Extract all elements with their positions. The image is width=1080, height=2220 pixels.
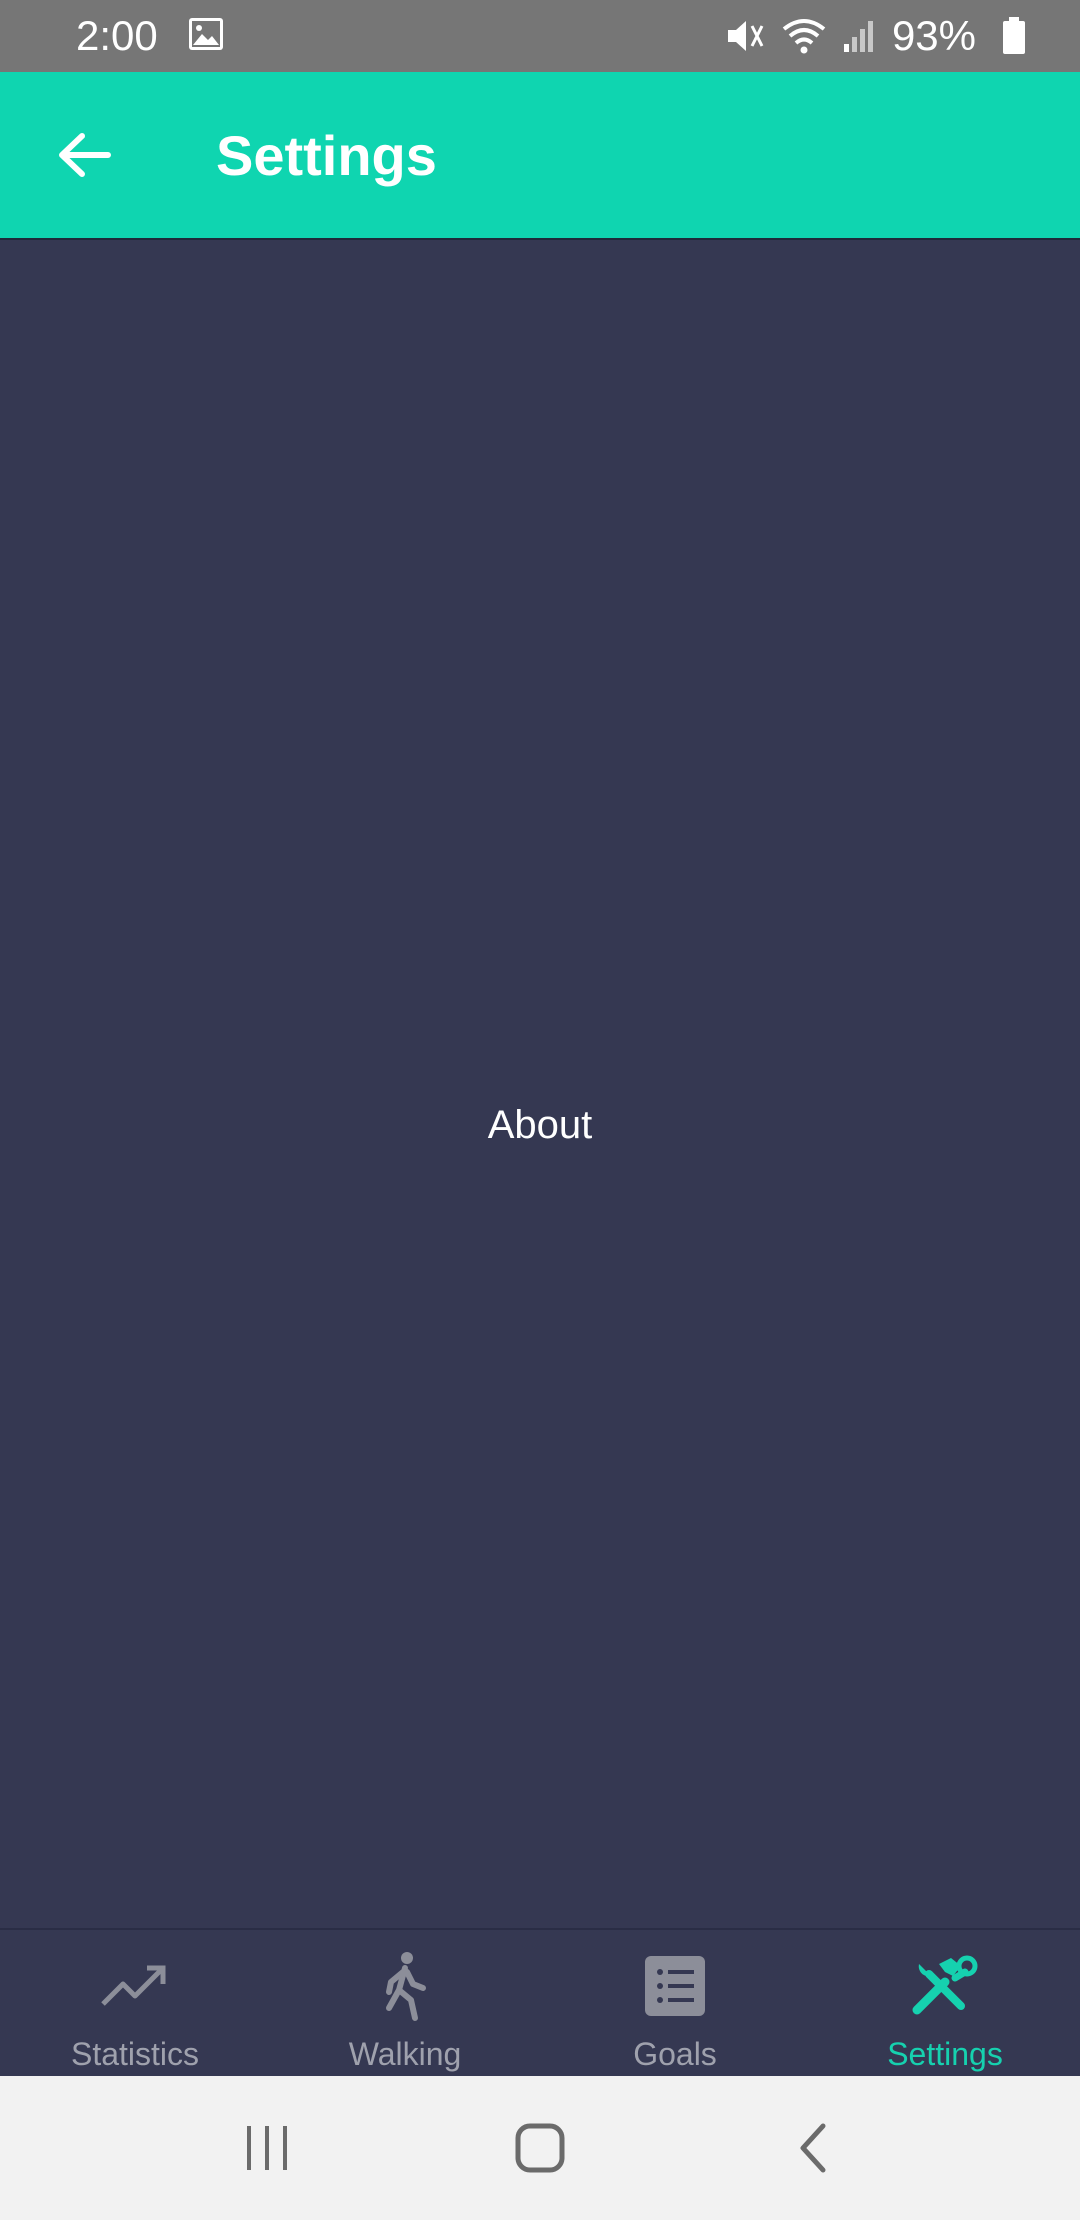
signal-icon [842,18,878,54]
page-title: Settings [216,123,437,187]
status-time: 2:00 [76,12,158,59]
back-button[interactable] [24,95,144,215]
image-icon [188,17,224,56]
walking-icon [369,1950,441,2022]
about-item[interactable]: About [0,1060,1080,1190]
nav-label-goals: Goals [633,2036,717,2072]
system-back-button[interactable] [753,2098,873,2198]
status-left: 2:00 [76,12,224,60]
back-icon [800,2123,826,2173]
nav-item-walking[interactable]: Walking [270,1930,540,2076]
recents-button[interactable] [207,2098,327,2198]
battery-icon [1002,17,1026,55]
list-icon [639,1950,711,2022]
home-icon [515,2123,565,2173]
system-nav [0,2076,1080,2220]
app-bar: Settings [0,72,1080,240]
nav-item-goals[interactable]: Goals [540,1930,810,2076]
trending-up-icon [99,1950,171,2022]
settings-content: About [0,240,1080,1928]
tools-icon [909,1950,981,2022]
mute-icon [726,18,766,54]
nav-label-statistics: Statistics [70,2036,200,2072]
wifi-icon [780,17,828,55]
nav-label-settings: Settings [887,2036,1003,2072]
nav-item-settings[interactable]: Settings [810,1930,1080,2076]
recents-icon [246,2126,287,2170]
nav-label-walking: Walking [348,2036,462,2072]
bottom-nav: Statistics Walking Goals Settings [0,1928,1080,2076]
status-right: 93% [712,12,1026,60]
battery-percent: 93% [891,12,976,59]
status-bar: 2:00 93% [0,0,1080,72]
home-button[interactable] [480,2098,600,2198]
nav-item-statistics[interactable]: Statistics [0,1930,270,2076]
arrow-left-icon [59,133,111,177]
